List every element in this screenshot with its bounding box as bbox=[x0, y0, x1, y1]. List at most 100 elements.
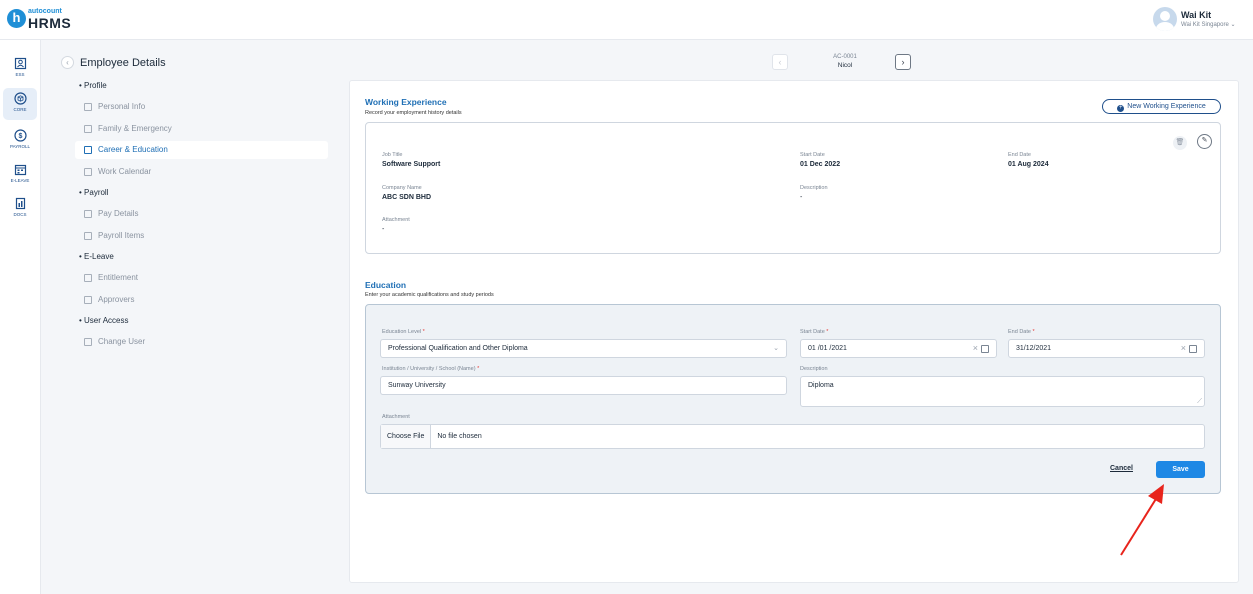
menu-section-label: Payroll bbox=[84, 188, 109, 197]
list-icon bbox=[84, 232, 92, 240]
menu-item-personal-info[interactable]: Personal Info bbox=[75, 98, 328, 116]
end-date-label: End Date bbox=[1008, 152, 1031, 158]
rail-label: DOCS bbox=[13, 212, 27, 217]
start-date-field-label-text: Start Date bbox=[800, 329, 825, 335]
menu-item-change-user[interactable]: Change User bbox=[75, 333, 328, 351]
start-date-input-value: 01 /01 /2021 bbox=[808, 345, 847, 352]
user-company-dropdown[interactable]: Wai Kit Singapore ⌄ bbox=[1181, 21, 1236, 28]
job-title-label: Job Title bbox=[382, 152, 403, 158]
rail-item-payroll[interactable]: $ PAYROLL bbox=[3, 125, 37, 157]
menu-item-label: Family & Emergency bbox=[98, 124, 172, 133]
education-description-textarea[interactable]: Diploma ⟋ bbox=[800, 376, 1205, 407]
institution-label-text: Institution / University / School (Name) bbox=[382, 366, 476, 372]
logo-small-text: autocount bbox=[28, 8, 62, 15]
start-date-input[interactable]: 01 /01 /2021 × bbox=[800, 339, 997, 358]
rail-item-docs[interactable]: DOCS bbox=[3, 193, 37, 225]
cancel-button[interactable]: Cancel bbox=[1110, 465, 1133, 472]
attachment-label: Attachment bbox=[382, 217, 410, 223]
menu-section-user-access: • User Access bbox=[79, 316, 129, 325]
person-card-icon bbox=[84, 103, 92, 111]
attachment-file-input[interactable]: Choose File No file chosen bbox=[380, 424, 1205, 449]
rail-item-eleave[interactable]: E-LEAVE bbox=[3, 159, 37, 191]
new-working-experience-button[interactable]: + New Working Experience bbox=[1102, 99, 1221, 114]
user-name[interactable]: Wai Kit bbox=[1181, 10, 1211, 20]
calendar-icon bbox=[84, 168, 92, 176]
users-icon bbox=[84, 296, 92, 304]
menu-item-work-calendar[interactable]: Work Calendar bbox=[75, 163, 328, 181]
menu-item-label: Payroll Items bbox=[98, 231, 145, 240]
save-button[interactable]: Save bbox=[1156, 461, 1205, 478]
edit-icon[interactable]: ✎ bbox=[1197, 134, 1212, 149]
description-value: - bbox=[800, 194, 803, 201]
menu-section-eleave: • E-Leave bbox=[79, 252, 114, 261]
required-mark: * bbox=[477, 366, 480, 372]
menu-item-label: Pay Details bbox=[98, 209, 139, 218]
working-experience-subtitle: Record your employment history details bbox=[365, 110, 462, 116]
menu-item-label: Change User bbox=[98, 337, 146, 346]
start-date-label: Start Date bbox=[800, 152, 825, 158]
menu-item-career-education[interactable]: Career & Education bbox=[75, 141, 328, 159]
menu-item-label: Approvers bbox=[98, 295, 135, 304]
clear-icon[interactable]: × bbox=[973, 340, 978, 357]
calendar-icon[interactable] bbox=[981, 345, 989, 353]
start-date-value: 01 Dec 2022 bbox=[800, 161, 841, 168]
cube-icon bbox=[13, 92, 27, 105]
description-label: Description bbox=[800, 185, 828, 191]
end-date-field-label-text: End Date bbox=[1008, 329, 1031, 335]
end-date-value: 01 Aug 2024 bbox=[1008, 161, 1049, 168]
page-title: Employee Details bbox=[80, 57, 166, 69]
docs-icon bbox=[15, 197, 25, 210]
menu-item-approvers[interactable]: Approvers bbox=[75, 291, 328, 309]
top-bar: h autocount HRMS Wai Kit Wai Kit Singapo… bbox=[0, 0, 1253, 40]
end-date-input[interactable]: 31/12/2021 × bbox=[1008, 339, 1205, 358]
rail-item-core[interactable]: CORE bbox=[3, 88, 37, 120]
menu-section-profile: • Profile bbox=[79, 81, 107, 90]
menu-section-label: Profile bbox=[84, 81, 107, 90]
education-level-select[interactable]: Professional Qualification and Other Dip… bbox=[380, 339, 787, 358]
company-name-label: Company Name bbox=[382, 185, 422, 191]
rail-label: CORE bbox=[13, 107, 27, 112]
module-rail: ESS CORE $ PAYROLL E-LEAVE DOCS bbox=[0, 40, 41, 594]
resize-handle-icon[interactable]: ⟋ bbox=[1197, 393, 1202, 410]
entitlement-icon bbox=[84, 274, 92, 282]
education-description-value: Diploma bbox=[808, 382, 834, 389]
menu-item-entitlement[interactable]: Entitlement bbox=[75, 269, 328, 287]
working-experience-card bbox=[365, 122, 1221, 254]
avatar[interactable] bbox=[1153, 7, 1177, 31]
required-mark: * bbox=[826, 329, 829, 335]
back-button[interactable]: ‹ bbox=[61, 56, 74, 69]
education-level-label-text: Education Level bbox=[382, 329, 422, 335]
clear-icon[interactable]: × bbox=[1181, 340, 1186, 357]
required-mark: * bbox=[1032, 329, 1035, 335]
calendar-icon[interactable] bbox=[1189, 345, 1197, 353]
job-title-value: Software Support bbox=[382, 161, 441, 168]
institution-input[interactable]: Sunway University bbox=[380, 376, 787, 395]
start-date-field-label: Start Date * bbox=[800, 329, 828, 335]
menu-item-payroll-items[interactable]: Payroll Items bbox=[75, 227, 328, 245]
working-experience-title: Working Experience bbox=[365, 97, 447, 107]
user-switch-icon bbox=[84, 338, 92, 346]
new-working-experience-label: New Working Experience bbox=[1127, 103, 1206, 110]
next-employee-button[interactable]: › bbox=[895, 54, 911, 70]
no-file-text: No file chosen bbox=[437, 433, 482, 440]
institution-label: Institution / University / School (Name)… bbox=[382, 366, 479, 372]
delete-icon[interactable]: 🗑 bbox=[1173, 136, 1187, 150]
briefcase-icon bbox=[84, 146, 92, 154]
svg-text:$: $ bbox=[18, 133, 22, 140]
menu-section-label: User Access bbox=[84, 316, 129, 325]
calendar-icon bbox=[14, 164, 26, 176]
logo-text: HRMS bbox=[28, 15, 72, 31]
education-level-label: Education Level * bbox=[382, 329, 425, 335]
rail-label: PAYROLL bbox=[9, 144, 31, 149]
menu-item-pay-details[interactable]: Pay Details bbox=[75, 205, 328, 223]
education-subtitle: Enter your academic qualifications and s… bbox=[365, 292, 494, 298]
rail-label: E-LEAVE bbox=[10, 178, 30, 183]
rail-item-ess[interactable]: ESS bbox=[3, 53, 37, 85]
previous-employee-button[interactable]: ‹ bbox=[772, 54, 788, 70]
education-title: Education bbox=[365, 280, 407, 290]
menu-item-label: Work Calendar bbox=[98, 167, 152, 176]
choose-file-button[interactable]: Choose File bbox=[381, 425, 432, 448]
menu-item-family-emergency[interactable]: Family & Emergency bbox=[75, 120, 328, 138]
family-icon bbox=[84, 125, 92, 133]
menu-item-label: Career & Education bbox=[98, 145, 168, 154]
